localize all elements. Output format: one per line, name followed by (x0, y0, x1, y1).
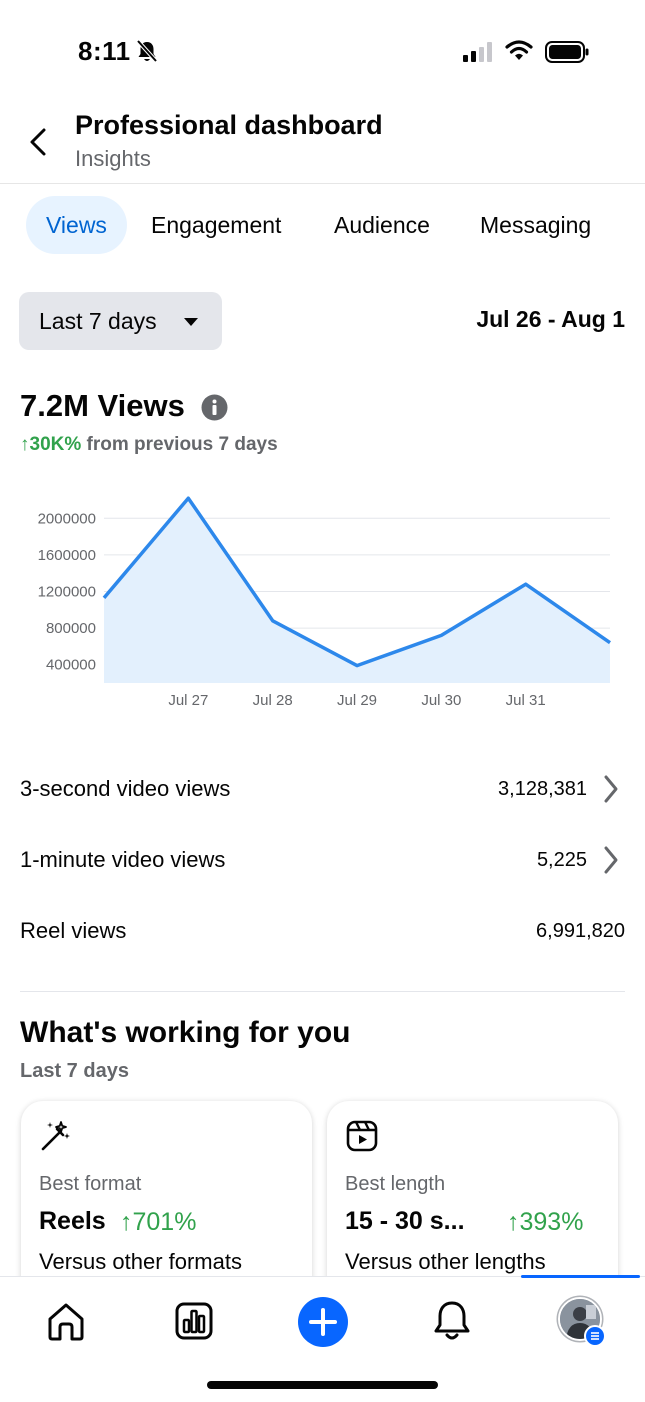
x-tick-label: Jul 27 (168, 692, 208, 709)
best-format-card[interactable]: Best format Reels ↑701% Versus other for… (21, 1101, 312, 1301)
card-note: Versus other formats (39, 1249, 242, 1274)
home-indicator (207, 1381, 438, 1389)
card-value: 15 - 30 s... (345, 1207, 465, 1235)
card-label: Best format (39, 1173, 142, 1195)
stat-label: 1-minute video views (20, 847, 226, 872)
total-views-value: 7.2M Views (20, 388, 185, 423)
cellular-signal-icon (463, 42, 492, 62)
views-change: ↑30K% from previous 7 days (20, 434, 278, 456)
card-change: ↑393% (507, 1208, 584, 1236)
x-tick-label: Jul 30 (421, 692, 461, 709)
tab-messaging[interactable]: Messaging (480, 196, 591, 254)
caret-down-icon (184, 318, 198, 326)
tab-views[interactable]: Views (26, 196, 127, 254)
y-tick-label: 400000 (46, 657, 96, 674)
page-title: Professional dashboard (75, 110, 383, 140)
create-button[interactable] (298, 1297, 348, 1347)
card-change: ↑701% (120, 1208, 197, 1236)
magic-wand-icon (41, 1121, 70, 1151)
active-tab-indicator (521, 1275, 640, 1278)
tab-audience[interactable]: Audience (334, 196, 430, 254)
insights-icon[interactable] (170, 1297, 218, 1345)
page-subtitle: Insights (75, 146, 151, 171)
views-change-percent: ↑30K% (20, 434, 82, 455)
x-tick-label: Jul 28 (253, 692, 293, 709)
best-length-card[interactable]: Best length 15 - 30 s... ↑393% Versus ot… (327, 1101, 618, 1301)
card-note: Versus other lengths (345, 1249, 546, 1274)
stat-value: 6,991,820 (536, 920, 625, 942)
plus-icon (309, 1308, 337, 1336)
wifi-icon (505, 40, 533, 60)
card-label: Best length (345, 1173, 446, 1195)
silent-mode-icon (136, 40, 158, 63)
stat-row-reel-views: Reel views 6,991,820 (20, 902, 625, 962)
stat-value: 3,128,381 (498, 778, 587, 800)
notifications-icon[interactable] (428, 1297, 476, 1345)
chevron-right-icon (604, 846, 618, 874)
section-divider (20, 991, 625, 992)
battery-icon (545, 41, 589, 63)
x-tick-label: Jul 29 (337, 692, 377, 709)
tab-engagement[interactable]: Engagement (151, 196, 281, 254)
y-tick-label: 1200000 (38, 584, 96, 601)
whats-working-subtitle: Last 7 days (20, 1060, 129, 1082)
home-icon[interactable] (42, 1297, 90, 1345)
card-value: Reels (39, 1207, 106, 1235)
menu-badge-icon (584, 1325, 606, 1347)
info-icon[interactable] (201, 394, 228, 421)
y-tick-label: 800000 (46, 620, 96, 637)
stat-row-1-minute-views[interactable]: 1-minute video views 5,225 (20, 831, 625, 891)
views-change-suffix: from previous 7 days (86, 434, 278, 455)
date-range-text: Jul 26 - Aug 1 (476, 306, 625, 332)
stat-label: Reel views (20, 918, 127, 943)
page-header: Professional dashboard Insights (0, 100, 645, 184)
status-bar: 8:11 (0, 0, 645, 100)
back-arrow-icon[interactable] (22, 124, 52, 160)
reels-icon (346, 1120, 378, 1152)
date-range-dropdown[interactable]: Last 7 days (19, 292, 222, 350)
stat-label: 3-second video views (20, 776, 231, 801)
insights-tabs: Views Engagement Audience Messaging (0, 196, 645, 256)
y-tick-label: 1600000 (38, 547, 96, 564)
stat-value: 5,225 (536, 849, 587, 871)
whats-working-title: What's working for you (20, 1016, 351, 1049)
x-tick-label: Jul 31 (506, 692, 546, 709)
views-area-chart: 2000000 1600000 1200000 800000 400000 Jul 27… (38, 496, 611, 709)
chevron-right-icon (604, 775, 618, 803)
stat-row-3-second-views[interactable]: 3-second video views 3,128,381 (20, 760, 625, 820)
status-time: 8:11 (78, 36, 131, 66)
date-range-dropdown-label: Last 7 days (39, 308, 157, 334)
y-tick-label: 2000000 (38, 510, 96, 527)
